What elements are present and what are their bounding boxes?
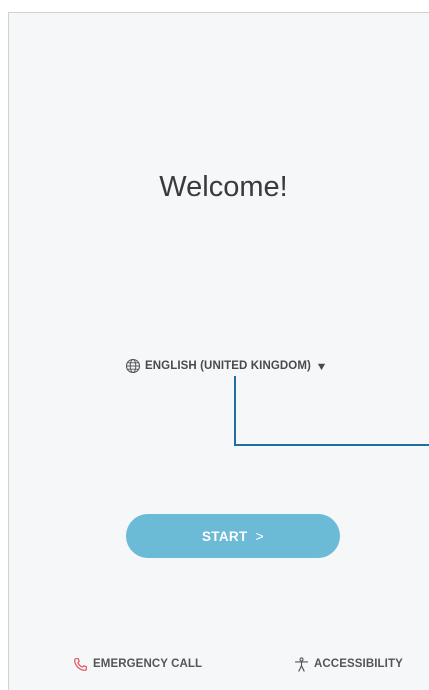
phone-icon [74,657,87,671]
setup-screen: Welcome! ENGLISH (UNITED KINGDOM) START … [8,12,429,690]
globe-icon [125,358,141,374]
emergency-call-button[interactable]: EMERGENCY CALL [73,655,202,673]
start-button[interactable]: START > [126,514,340,558]
language-selector[interactable]: ENGLISH (UNITED KINGDOM) [125,356,326,376]
accessibility-label: ACCESSIBILITY [314,658,403,670]
emergency-call-label: EMERGENCY CALL [93,658,203,670]
callout-line [234,376,429,446]
accessibility-icon [294,656,309,672]
accessibility-button[interactable]: ACCESSIBILITY [294,655,403,673]
welcome-title: Welcome! [159,171,288,203]
chevron-right-icon: > [255,528,264,544]
language-label: ENGLISH (UNITED KINGDOM) [145,360,311,372]
start-label: START [202,528,248,544]
dropdown-arrow-icon [317,363,326,370]
